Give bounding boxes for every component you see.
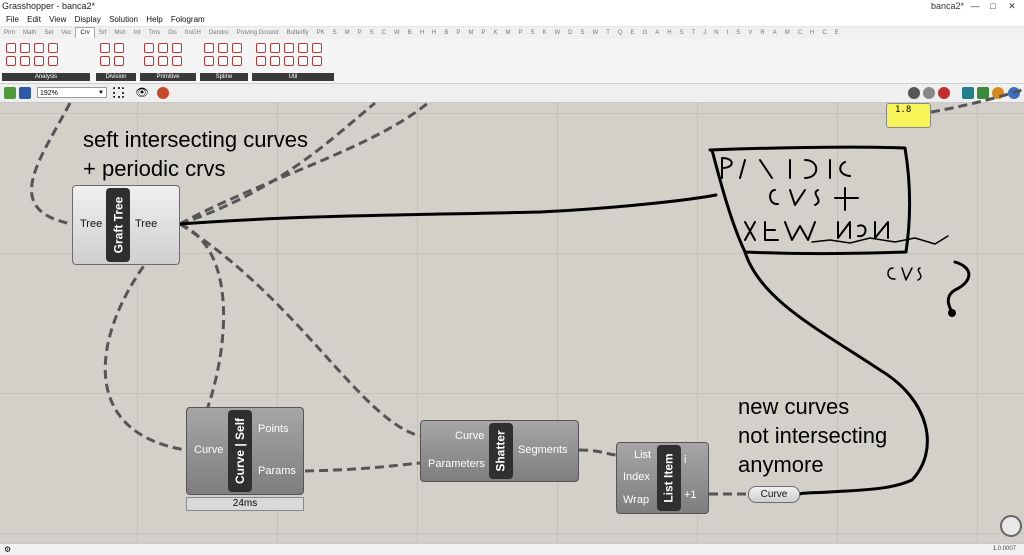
input-wrap[interactable]: Wrap [623, 494, 649, 506]
input-list[interactable]: List [634, 449, 651, 461]
ink-stroke [946, 260, 971, 314]
wire [30, 102, 73, 226]
number-panel[interactable]: 1.8 [886, 103, 931, 128]
panel-value: 1.8 [895, 105, 912, 115]
component-name: List Item [657, 445, 681, 511]
annotation-text: new curves [738, 394, 850, 419]
output-i[interactable]: i [684, 454, 686, 466]
shatter-component[interactable]: Shatter Curve Parameters Segments [420, 420, 579, 482]
input-index[interactable]: Index [623, 471, 650, 483]
parameter-name: Curve [760, 489, 788, 500]
curve-self-intersection-component[interactable]: Curve | Self Curve Points Params [186, 407, 304, 495]
output-plus-one[interactable]: +1 [684, 489, 697, 501]
input-curve[interactable]: Curve [455, 430, 484, 442]
wire [304, 461, 421, 473]
version-label: 1.0.0007 [992, 546, 1016, 552]
ink-dot [948, 309, 956, 317]
wire [930, 88, 1023, 114]
wire [179, 222, 421, 438]
annotation-text: not intersecting [738, 423, 888, 448]
output-segments[interactable]: Segments [518, 444, 568, 456]
component-name: Shatter [489, 423, 513, 479]
handwriting-scribble [811, 235, 949, 245]
status-bar: ⚙ 1.0.0007 [0, 543, 1024, 555]
component-name: Graft Tree [106, 188, 130, 262]
handwriting-scribble [769, 187, 859, 211]
navigation-compass-icon[interactable] [1000, 515, 1022, 537]
output-params[interactable]: Params [258, 465, 296, 477]
widget-icon[interactable]: ⚙ [4, 544, 11, 555]
curve-parameter[interactable]: Curve [748, 486, 800, 503]
annotation-text: anymore [738, 452, 824, 477]
annotation-text: seft intersecting curves [83, 127, 308, 152]
handwriting-scribble [887, 267, 922, 281]
profiler-timing: 24ms [186, 497, 304, 511]
ink-stroke [178, 193, 718, 226]
input-parameters[interactable]: Parameters [428, 458, 485, 470]
input-tree[interactable]: Tree [80, 218, 102, 230]
handwriting-scribble [744, 221, 889, 241]
wire [578, 448, 617, 457]
output-tree[interactable]: Tree [135, 218, 157, 230]
annotation-text: + periodic crvs [83, 156, 226, 181]
output-points[interactable]: Points [258, 423, 289, 435]
handwriting-scribble [721, 157, 851, 179]
list-item-component[interactable]: List Item List Index Wrap i +1 [616, 442, 709, 514]
graft-tree-component[interactable]: Graft Tree Tree Tree [72, 185, 180, 265]
component-name: Curve | Self [228, 410, 252, 492]
input-curve[interactable]: Curve [194, 444, 223, 456]
